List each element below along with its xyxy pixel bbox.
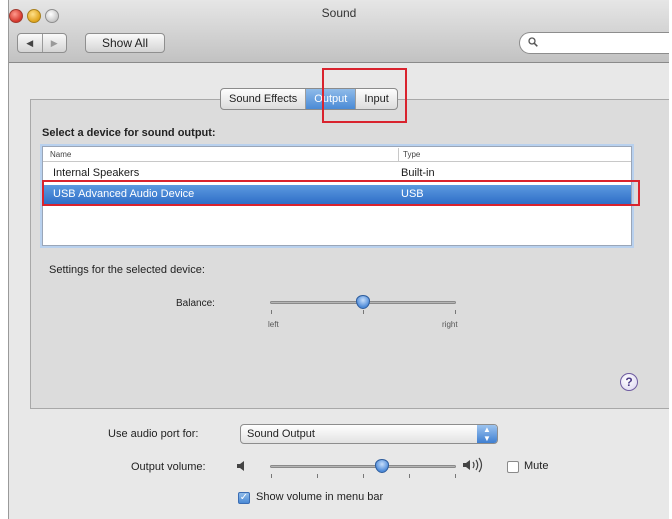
- show-volume-menu-bar-label: Show volume in menu bar: [256, 491, 384, 503]
- device-type: Built-in: [401, 167, 435, 179]
- device-section-title: Select a device for sound output:: [42, 127, 216, 139]
- speaker-low-icon: [237, 461, 244, 471]
- popup-arrows-icon: ▲ ▼: [477, 425, 497, 443]
- show-all-button[interactable]: Show All: [85, 33, 165, 53]
- volume-tick: [455, 474, 456, 478]
- balance-tick: [455, 310, 456, 314]
- column-header-type[interactable]: Type: [398, 148, 420, 162]
- table-header: Name Type: [43, 147, 631, 162]
- window-title: Sound: [321, 6, 357, 20]
- back-forward-group: ◀ ▶: [17, 33, 67, 53]
- volume-slider-thumb[interactable]: [374, 459, 389, 473]
- volume-tick: [317, 474, 318, 478]
- balance-right-label: right: [442, 320, 458, 329]
- volume-tick: [363, 474, 364, 478]
- back-button[interactable]: ◀: [18, 34, 42, 52]
- audio-port-value: Sound Output: [247, 428, 315, 440]
- annotation-highlight-output-tab: [322, 68, 407, 123]
- search-input[interactable]: [519, 32, 669, 54]
- audio-port-popup[interactable]: Sound Output ▲ ▼: [240, 424, 498, 444]
- audio-port-label: Use audio port for:: [108, 428, 199, 440]
- balance-left-label: left: [268, 320, 279, 329]
- speaker-high-icon: [463, 457, 483, 473]
- device-name: Internal Speakers: [53, 167, 140, 179]
- forward-arrow-icon: ▶: [50, 37, 58, 48]
- column-header-name[interactable]: Name: [50, 150, 71, 159]
- annotation-highlight-usb-row: [42, 180, 640, 206]
- mute-checkbox[interactable]: [507, 461, 519, 473]
- show-volume-menu-bar-checkbox[interactable]: ✓: [238, 492, 250, 504]
- volume-tick: [271, 474, 272, 478]
- volume-slider-track[interactable]: [270, 465, 456, 468]
- balance-label: Balance:: [176, 298, 215, 309]
- help-button[interactable]: ?: [620, 373, 638, 391]
- balance-tick: [271, 310, 272, 314]
- forward-button[interactable]: ▶: [41, 34, 67, 52]
- toolbar: Sound ◀ ▶ Show All: [9, 0, 669, 63]
- settings-label: Settings for the selected device:: [49, 264, 205, 276]
- output-volume-label: Output volume:: [131, 461, 206, 473]
- balance-tick: [363, 310, 364, 314]
- search-icon: [528, 37, 538, 47]
- back-arrow-icon: ◀: [26, 37, 34, 48]
- tab-sound-effects[interactable]: Sound Effects: [221, 89, 305, 109]
- mute-label: Mute: [524, 460, 549, 472]
- help-icon: ?: [625, 375, 633, 389]
- volume-tick: [409, 474, 410, 478]
